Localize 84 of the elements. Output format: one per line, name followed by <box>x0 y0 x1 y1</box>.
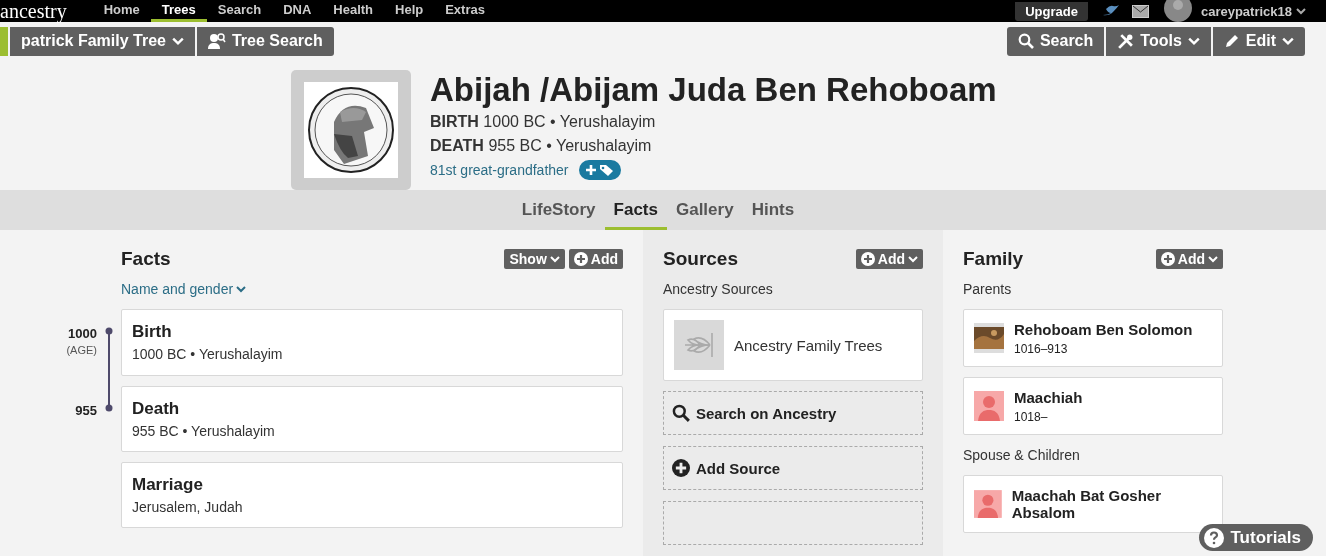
life-event: DEATH 955 BC • Yerushalayim <box>430 136 653 156</box>
edit-button[interactable]: Edit <box>1212 26 1305 56</box>
page-tab[interactable]: Gallery <box>666 190 743 230</box>
fact-card[interactable]: Marriage Jerusalem, Judah <box>121 462 623 528</box>
fact-card[interactable]: Birth 1000 BC • Yerushalayim <box>121 309 623 376</box>
plus-icon <box>573 252 588 266</box>
source-card[interactable]: Ancestry Family Trees <box>663 309 923 381</box>
group-label: Spouse & Children <box>963 447 1081 463</box>
member-years: 1018– <box>1014 409 1049 424</box>
section-title: Family <box>963 248 1024 270</box>
photo-frame[interactable] <box>291 70 411 190</box>
section-title: Facts <box>121 248 171 270</box>
timeline-year: 1000 <box>68 326 97 341</box>
tools-button[interactable]: Tools <box>1106 26 1211 56</box>
section-subtitle: Ancestry Sources <box>663 281 774 297</box>
avatar-icon[interactable] <box>1162 0 1193 22</box>
pencil-icon <box>1223 33 1240 49</box>
add-button[interactable]: Add <box>855 249 923 269</box>
caret-icon <box>549 254 560 264</box>
nav-link[interactable]: Home <box>92 0 151 22</box>
search-icon <box>672 404 690 422</box>
caret-icon <box>236 284 247 294</box>
page-tab[interactable]: LifeStory <box>512 190 605 230</box>
caret-icon <box>1187 35 1200 47</box>
search-button[interactable]: Search <box>1006 26 1105 56</box>
timeline-year: 955 <box>75 403 97 418</box>
family-member-card[interactable]: Rehoboam Ben Solomon 1016–913 <box>963 309 1223 367</box>
caret-icon <box>908 254 918 264</box>
age-note: (AGE) <box>66 344 97 356</box>
search-ancestry-button[interactable]: Search on Ancestry <box>663 391 923 435</box>
member-name: Rehoboam Ben Solomon <box>1014 320 1193 338</box>
member-name: Maachiah <box>1014 388 1083 406</box>
help-icon <box>1204 527 1225 548</box>
mail-icon[interactable] <box>1131 4 1149 18</box>
show-button[interactable]: Show <box>504 249 565 269</box>
section-title: Sources <box>663 248 738 270</box>
username-menu[interactable]: careypatrick18 <box>1200 3 1292 19</box>
life-event: BIRTH 1000 BC • Yerushalayim <box>430 112 657 132</box>
add-button[interactable]: Add <box>1155 249 1223 269</box>
upgrade-button[interactable]: Upgrade <box>1015 1 1088 21</box>
add-tag-button[interactable] <box>578 160 621 180</box>
plus-icon <box>860 252 875 266</box>
filter-link[interactable]: Name and gender <box>121 281 247 297</box>
fact-detail: 1000 BC • Yerushalayim <box>132 346 284 362</box>
fact-card[interactable]: Death 955 BC • Yerushalayim <box>121 386 623 452</box>
member-years: 1016–913 <box>1014 341 1069 356</box>
plus-icon <box>672 459 690 477</box>
relationship-link[interactable]: 81st great-grandfather <box>430 162 569 178</box>
person-search-icon <box>207 33 226 49</box>
add-button[interactable]: Add <box>568 249 623 269</box>
family-member-card[interactable]: Maachiah 1018– <box>963 377 1223 435</box>
plus-icon <box>1160 252 1175 266</box>
fact-detail: Jerusalem, Judah <box>132 499 244 515</box>
fact-title: Birth <box>132 322 173 342</box>
nav-link[interactable]: Trees <box>150 0 207 22</box>
nav-link[interactable]: Help <box>384 0 435 22</box>
caret-icon <box>1296 6 1306 16</box>
group-label: Parents <box>963 281 1013 297</box>
tutorials-button[interactable]: Tutorials <box>1199 524 1313 551</box>
source-title: Ancestry Family Trees <box>734 336 883 354</box>
nav-link[interactable]: DNA <box>272 0 323 22</box>
person-silhouette-icon <box>974 489 1002 519</box>
member-name: Maachah Bat Gosher Absalom <box>1011 487 1162 521</box>
ancestry-logo[interactable]: ancestry <box>0 0 67 22</box>
family-member-card[interactable]: Maachah Bat Gosher Absalom <box>963 475 1223 533</box>
nav-link[interactable]: Health <box>322 0 385 22</box>
fact-detail: 955 BC • Yerushalayim <box>132 423 276 439</box>
nav-link[interactable]: Extras <box>434 0 496 22</box>
person-silhouette-icon <box>974 391 1004 421</box>
fact-title: Marriage <box>132 475 204 495</box>
nav-link[interactable]: Search <box>206 0 273 22</box>
plus-tag-icon <box>585 163 614 177</box>
add-source-button[interactable]: Add Source <box>663 446 923 490</box>
tree-search-button[interactable]: Tree Search <box>196 26 334 56</box>
tools-icon <box>1117 32 1135 50</box>
page-tab[interactable]: Hints <box>742 190 804 230</box>
tree-menu-button[interactable]: patrick Family Tree <box>10 26 195 56</box>
leaf-icon <box>674 320 724 370</box>
caret-icon <box>1208 254 1218 264</box>
person-name: Abijah /Abijam Juda Ben Rehoboam <box>430 70 997 110</box>
search-icon <box>1017 33 1034 49</box>
fact-title: Death <box>132 399 181 419</box>
caret-icon <box>1282 35 1294 47</box>
caret-icon <box>171 35 184 47</box>
